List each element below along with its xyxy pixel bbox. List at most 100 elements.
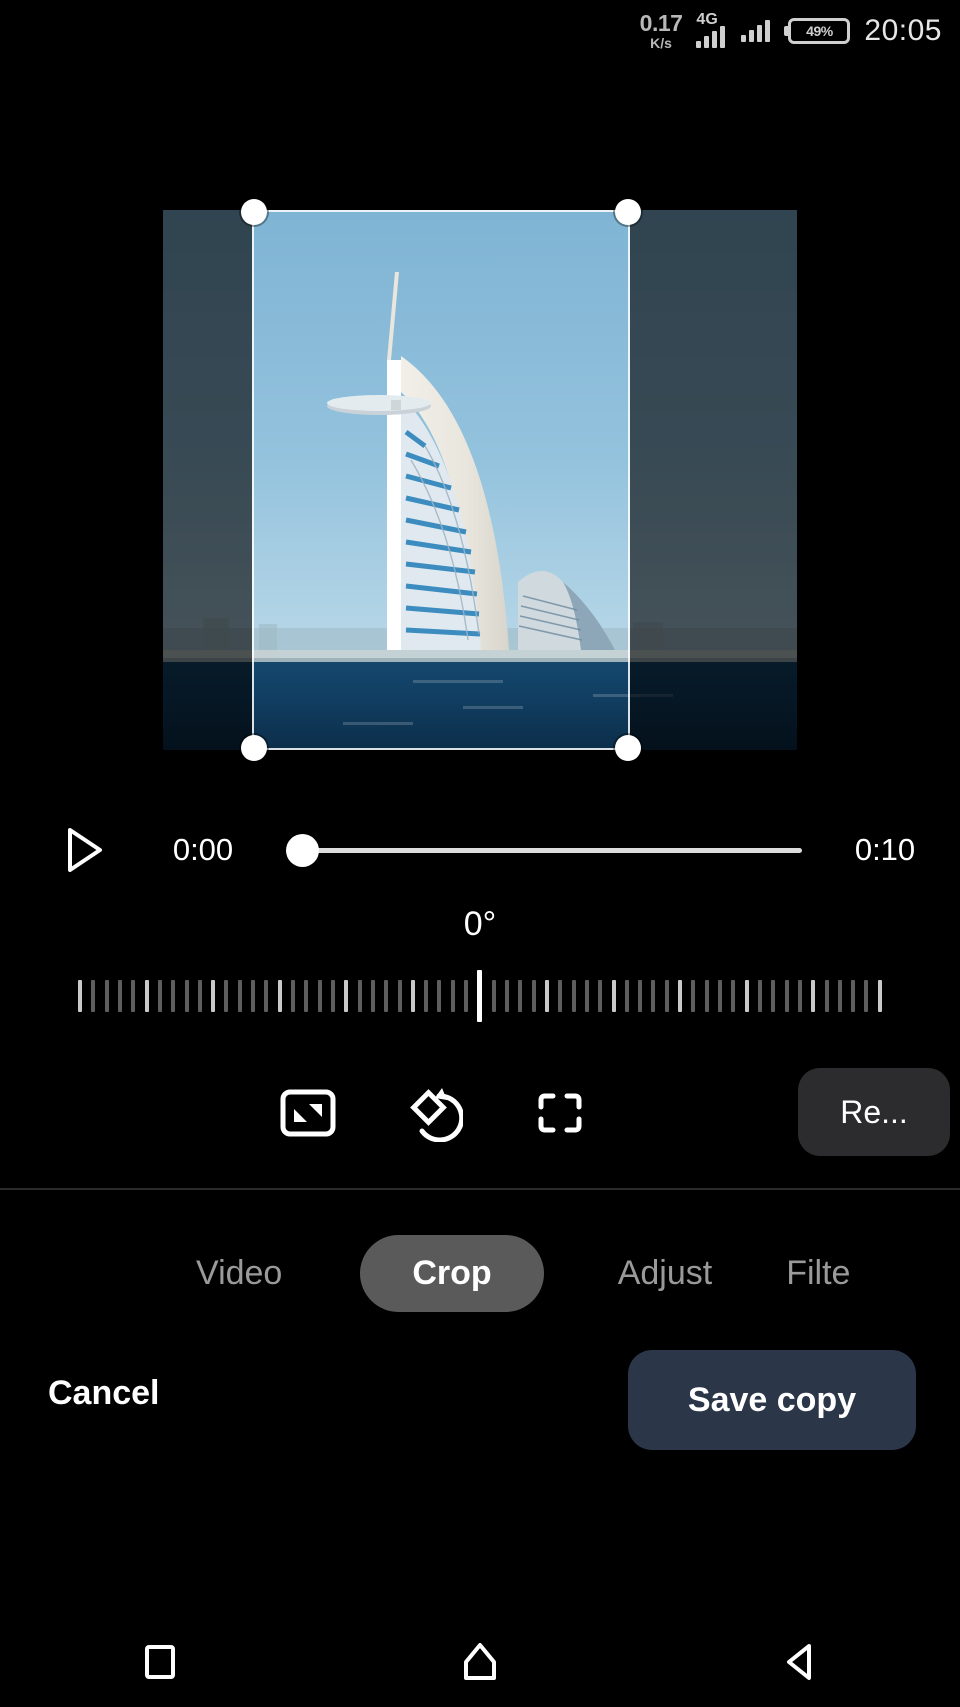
rotation-tick bbox=[357, 980, 362, 1012]
crop-selection-rectangle[interactable] bbox=[241, 199, 641, 761]
crop-handle-bottom-left[interactable] bbox=[241, 735, 267, 761]
rotation-tick bbox=[104, 980, 109, 1012]
battery-body: 49% bbox=[788, 18, 851, 44]
current-time-label: 0:00 bbox=[172, 832, 234, 867]
rotation-tick bbox=[450, 980, 455, 1012]
reset-button[interactable]: Re... bbox=[798, 1068, 950, 1156]
seek-track bbox=[296, 847, 802, 853]
rotation-tick bbox=[664, 980, 669, 1012]
rotation-tick bbox=[91, 980, 96, 1012]
tab-video[interactable]: Video bbox=[196, 1254, 282, 1293]
rotation-tick bbox=[184, 980, 189, 1012]
rotation-tick bbox=[598, 980, 603, 1012]
rotation-tick bbox=[131, 980, 136, 1012]
rotation-tick-major bbox=[277, 980, 282, 1012]
back-icon bbox=[787, 1644, 811, 1680]
rotation-tick bbox=[638, 980, 643, 1012]
rotation-tick bbox=[437, 980, 442, 1012]
crop-handle-top-left[interactable] bbox=[241, 199, 267, 225]
rotation-tick bbox=[424, 980, 429, 1012]
rotation-tick bbox=[651, 980, 656, 1012]
rotation-tick bbox=[397, 980, 402, 1012]
rotation-tick bbox=[370, 980, 375, 1012]
play-button[interactable] bbox=[42, 828, 128, 872]
rotation-tick bbox=[784, 980, 789, 1012]
play-icon bbox=[68, 828, 102, 872]
crop-dim-left bbox=[163, 210, 252, 750]
rotation-tick-major bbox=[811, 980, 816, 1012]
rotation-ticks[interactable] bbox=[78, 967, 882, 1025]
rotate-button[interactable] bbox=[392, 1071, 476, 1155]
home-icon bbox=[464, 1643, 496, 1680]
video-preview-area bbox=[0, 199, 960, 761]
rotation-tick bbox=[117, 980, 122, 1012]
playback-controls: 0:00 0:10 bbox=[0, 805, 960, 895]
rotation-tick bbox=[771, 980, 776, 1012]
save-copy-label: Save copy bbox=[687, 1380, 857, 1419]
rotation-tick bbox=[384, 980, 389, 1012]
section-divider bbox=[0, 1188, 960, 1190]
rotation-tick bbox=[224, 980, 229, 1012]
rotation-tick bbox=[757, 980, 762, 1012]
crop-dim-right bbox=[630, 210, 797, 750]
recents-button[interactable] bbox=[0, 1641, 320, 1683]
rotation-tick-major bbox=[744, 980, 749, 1012]
signal-bars-1 bbox=[696, 26, 726, 48]
rotation-tick bbox=[691, 980, 696, 1012]
tab-filter[interactable]: Filte bbox=[786, 1254, 850, 1293]
duration-label: 0:10 bbox=[854, 832, 916, 867]
rotation-tick bbox=[291, 980, 295, 1012]
home-button[interactable] bbox=[320, 1640, 640, 1684]
rotation-tick bbox=[157, 980, 162, 1012]
rotation-dial[interactable]: 0° bbox=[0, 905, 960, 1040]
crop-handle-top-right[interactable] bbox=[615, 199, 641, 225]
back-button[interactable] bbox=[640, 1641, 960, 1683]
aspect-ratio-button[interactable] bbox=[266, 1071, 350, 1155]
auto-reframe-button[interactable] bbox=[518, 1071, 602, 1155]
network-type-label: 4G bbox=[696, 11, 718, 28]
rotation-tick bbox=[491, 980, 496, 1012]
rotation-tick-major bbox=[78, 980, 82, 1012]
action-row: Cancel Save copy bbox=[0, 1350, 960, 1455]
seek-bar[interactable] bbox=[278, 830, 810, 870]
signal-bars-2-icon bbox=[741, 20, 771, 42]
cancel-button[interactable]: Cancel bbox=[48, 1374, 160, 1413]
rotation-tick bbox=[718, 980, 722, 1012]
save-copy-button[interactable]: Save copy bbox=[628, 1350, 916, 1450]
auto-reframe-icon bbox=[538, 1093, 582, 1132]
rotation-tick bbox=[330, 980, 335, 1012]
rotation-tick bbox=[864, 980, 869, 1012]
rotation-tick-major bbox=[877, 980, 882, 1012]
tab-adjust[interactable]: Adjust bbox=[618, 1254, 713, 1293]
rotation-tick bbox=[197, 980, 202, 1012]
rotation-tick bbox=[731, 980, 736, 1012]
rotation-tick bbox=[251, 980, 256, 1012]
rotation-tick-major bbox=[144, 980, 149, 1012]
android-navigation-bar bbox=[0, 1617, 960, 1707]
rotation-tick bbox=[237, 980, 242, 1012]
rotation-tick bbox=[558, 980, 563, 1012]
network-speed-value: 0.17 bbox=[639, 10, 683, 36]
seek-thumb[interactable] bbox=[286, 833, 319, 867]
editor-tabs: Video Crop Adjust Filte bbox=[0, 1218, 960, 1328]
rotation-tick bbox=[304, 980, 309, 1012]
battery-percent-label: 49% bbox=[806, 23, 833, 39]
app-screen: 0.17 K/s 4G 49% 20:05 0:00 0:10 0° Re...… bbox=[0, 0, 960, 1707]
rotation-tick-center bbox=[477, 970, 483, 1022]
rotation-tick bbox=[824, 980, 829, 1012]
tab-crop[interactable]: Crop bbox=[360, 1234, 544, 1312]
crop-tools-row: Re... bbox=[0, 1055, 960, 1170]
reset-button-label: Re... bbox=[840, 1093, 908, 1130]
rotation-tick bbox=[171, 980, 176, 1012]
network-speed-unit: K/s bbox=[650, 35, 672, 51]
rotation-tick-major bbox=[678, 980, 683, 1012]
rotation-tick bbox=[317, 980, 322, 1012]
rotation-degrees-label: 0° bbox=[463, 905, 497, 943]
mobile-data-signal-icon: 4G bbox=[696, 11, 726, 48]
rotation-tick-major bbox=[611, 980, 616, 1012]
rotation-tick bbox=[851, 980, 856, 1012]
battery-icon: 49% bbox=[784, 18, 851, 44]
crop-handle-bottom-right[interactable] bbox=[615, 735, 641, 761]
rotation-tick bbox=[571, 980, 576, 1012]
status-bar-clock: 20:05 bbox=[864, 14, 942, 47]
